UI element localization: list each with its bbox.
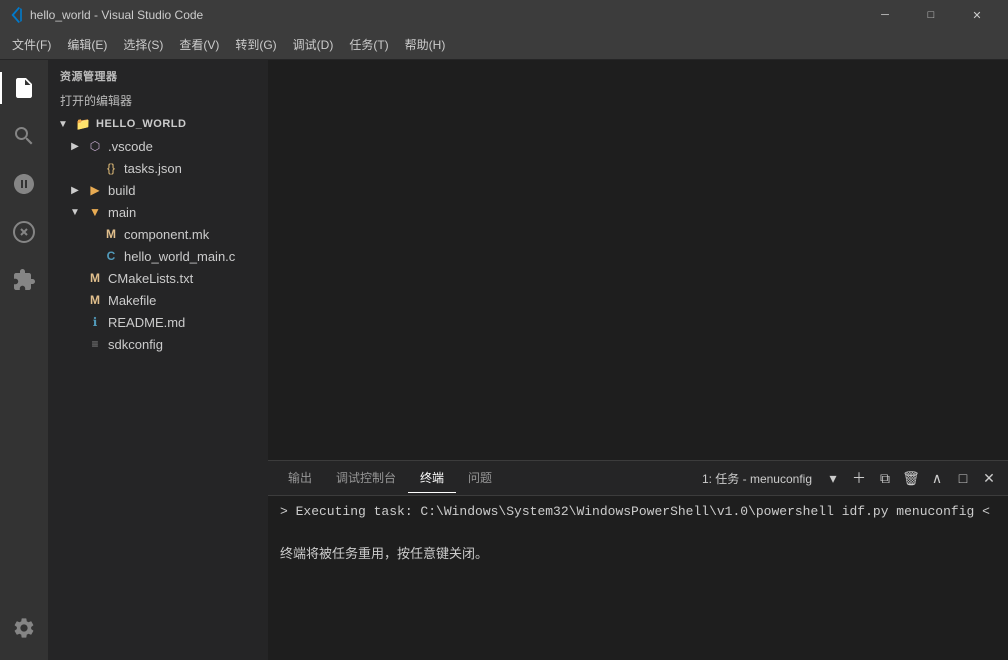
menubar: 文件(F) 编辑(E) 选择(S) 查看(V) 转到(G) 调试(D) 任务(T… [0, 30, 1008, 60]
panel: 输出 调试控制台 终端 问题 1: 任务 - menuconfig ▾ ＋ ⧉ … [268, 460, 1008, 660]
open-editors-label[interactable]: 打开的编辑器 [48, 88, 268, 113]
readme-label: README.md [108, 315, 268, 330]
window-controls: ─ □ ✕ [862, 0, 1000, 30]
terminal-command: > Executing task: C:\Windows\System32\Wi… [280, 504, 996, 519]
vscode-arrow: ▶ [68, 141, 82, 152]
readme-icon: ℹ [86, 315, 104, 329]
menu-debug[interactable]: 调试(D) [285, 32, 342, 57]
main-folder-icon: ▼ [86, 205, 104, 219]
main-folder-item[interactable]: ▼ ▼ main [48, 201, 268, 223]
vscode-folder-item[interactable]: ▶ ⬡ .vscode [48, 135, 268, 157]
activity-debug[interactable] [0, 208, 48, 256]
maximize-button[interactable]: □ [908, 0, 954, 30]
add-terminal-icon[interactable]: ＋ [848, 467, 870, 489]
activity-search[interactable] [0, 112, 48, 160]
close-panel-icon[interactable]: ✕ [978, 467, 1000, 489]
sdkconfig-item[interactable]: ≡ sdkconfig [48, 333, 268, 355]
editor-area: 输出 调试控制台 终端 问题 1: 任务 - menuconfig ▾ ＋ ⧉ … [268, 60, 1008, 660]
main-folder-label: main [108, 205, 268, 220]
menu-view[interactable]: 查看(V) [171, 32, 227, 57]
menu-tasks[interactable]: 任务(T) [341, 32, 396, 57]
readme-item[interactable]: ℹ README.md [48, 311, 268, 333]
cmakelists-label: CMakeLists.txt [108, 271, 268, 286]
chevron-up-icon[interactable]: ∧ [926, 467, 948, 489]
build-folder-icon: ▶ [86, 183, 104, 197]
component-mk-item[interactable]: M component.mk [48, 223, 268, 245]
activity-files[interactable] [0, 64, 48, 112]
trash-icon[interactable]: 🗑 [900, 467, 922, 489]
main-area: 资源管理器 打开的编辑器 ▼ 📁 HELLO_WORLD ▶ ⬡ .vscode… [0, 60, 1008, 660]
makefile-label: Makefile [108, 293, 268, 308]
project-root[interactable]: ▼ 📁 HELLO_WORLD [48, 113, 268, 135]
panel-tabs: 输出 调试控制台 终端 问题 1: 任务 - menuconfig ▾ ＋ ⧉ … [268, 461, 1008, 496]
activity-extensions[interactable] [0, 256, 48, 304]
explorer-title: 资源管理器 [48, 60, 268, 88]
activity-git[interactable] [0, 160, 48, 208]
sdkconfig-icon: ≡ [86, 337, 104, 351]
activity-bar [0, 60, 48, 660]
tasks-json-label: tasks.json [124, 161, 268, 176]
sidebar: 资源管理器 打开的编辑器 ▼ 📁 HELLO_WORLD ▶ ⬡ .vscode… [48, 60, 268, 660]
build-folder-item[interactable]: ▶ ▶ build [48, 179, 268, 201]
tab-problems[interactable]: 问题 [456, 463, 504, 493]
terminal-message: 终端将被任务重用，按任意键关闭。 [280, 543, 996, 562]
tab-terminal[interactable]: 终端 [408, 463, 456, 493]
menu-select[interactable]: 选择(S) [115, 32, 171, 57]
hello-world-main-item[interactable]: C hello_world_main.c [48, 245, 268, 267]
menu-goto[interactable]: 转到(G) [227, 32, 284, 57]
component-mk-label: component.mk [124, 227, 268, 242]
project-name: HELLO_WORLD [96, 118, 268, 130]
menu-help[interactable]: 帮助(H) [397, 32, 454, 57]
menu-edit[interactable]: 编辑(E) [59, 32, 115, 57]
maximize-panel-icon[interactable]: □ [952, 467, 974, 489]
minimize-button[interactable]: ─ [862, 0, 908, 30]
cmakelists-icon: M [86, 271, 104, 285]
split-terminal-icon[interactable]: ⧉ [874, 467, 896, 489]
panel-right-controls: 1: 任务 - menuconfig ▾ ＋ ⧉ 🗑 ∧ □ ✕ [696, 467, 1000, 489]
terminal-content[interactable]: > Executing task: C:\Windows\System32\Wi… [268, 496, 1008, 660]
makefile-item[interactable]: M Makefile [48, 289, 268, 311]
hello-world-icon: C [102, 249, 120, 263]
main-arrow: ▼ [68, 207, 82, 218]
project-arrow: ▼ [56, 119, 70, 130]
build-folder-label: build [108, 183, 268, 198]
cmakelists-item[interactable]: M CMakeLists.txt [48, 267, 268, 289]
menu-file[interactable]: 文件(F) [4, 32, 59, 57]
tab-output[interactable]: 输出 [276, 463, 324, 493]
tasks-json-icon: {} [102, 161, 120, 175]
hello-world-label: hello_world_main.c [124, 249, 268, 264]
titlebar: hello_world - Visual Studio Code ─ □ ✕ [0, 0, 1008, 30]
sdkconfig-label: sdkconfig [108, 337, 268, 352]
close-button[interactable]: ✕ [954, 0, 1000, 30]
dropdown-icon[interactable]: ▾ [822, 467, 844, 489]
build-arrow: ▶ [68, 185, 82, 196]
vscode-folder-icon: ⬡ [86, 139, 104, 153]
tasks-json-item[interactable]: {} tasks.json [48, 157, 268, 179]
editor-content [268, 60, 1008, 460]
app-icon [8, 7, 24, 23]
vscode-folder-label: .vscode [108, 139, 268, 154]
tab-debug-console[interactable]: 调试控制台 [324, 463, 408, 493]
makefile-icon: M [86, 293, 104, 307]
activity-settings[interactable] [0, 604, 48, 652]
project-folder-icon: 📁 [74, 117, 92, 131]
task-label: 1: 任务 - menuconfig [696, 470, 818, 487]
window-title: hello_world - Visual Studio Code [30, 8, 862, 22]
component-mk-icon: M [102, 227, 120, 241]
